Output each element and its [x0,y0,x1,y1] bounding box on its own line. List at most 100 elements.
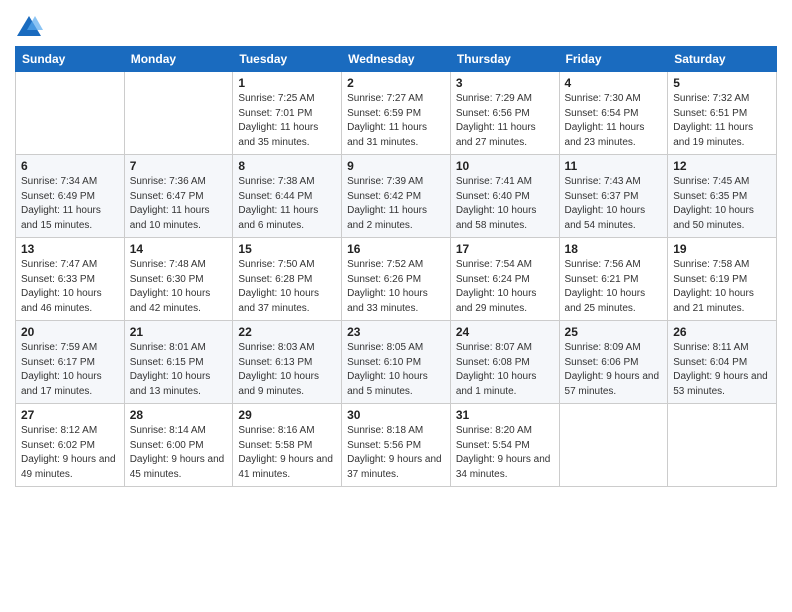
day-number: 9 [347,159,445,173]
day-number: 7 [130,159,228,173]
logo [15,14,47,42]
day-info: Sunrise: 7:34 AMSunset: 6:49 PMDaylight:… [21,175,119,233]
day-info: Sunrise: 7:52 AMSunset: 6:26 PMDaylight:… [347,258,445,316]
week-row-2: 13 Sunrise: 7:47 AMSunset: 6:33 PMDayligh… [16,238,777,321]
day-info: Sunrise: 7:30 AMSunset: 6:54 PMDaylight:… [565,92,663,150]
day-info: Sunrise: 7:36 AMSunset: 6:47 PMDaylight:… [130,175,228,233]
calendar-table: SundayMondayTuesdayWednesdayThursdayFrid… [15,46,777,487]
calendar-cell: 29Sunrise: 8:16 AMSunset: 5:58 PMDayligh… [233,404,342,487]
day-info: Sunrise: 8:12 AMSunset: 6:02 PMDaylight:… [21,424,119,482]
day-number: 18 [565,242,663,256]
day-info: Sunrise: 7:39 AMSunset: 6:42 PMDaylight:… [347,175,445,233]
day-info: Sunrise: 8:07 AMSunset: 6:08 PMDaylight:… [456,341,554,399]
calendar-header-row: SundayMondayTuesdayWednesdayThursdayFrid… [16,47,777,72]
day-info: Sunrise: 8:14 AMSunset: 6:00 PMDaylight:… [130,424,228,482]
day-number: 20 [21,325,119,339]
day-info: Sunrise: 8:18 AMSunset: 5:56 PMDaylight:… [347,424,445,482]
day-info: Sunrise: 7:45 AMSunset: 6:35 PMDaylight:… [673,175,771,233]
day-info: Sunrise: 7:47 AMSunset: 6:33 PMDaylight:… [21,258,119,316]
day-number: 28 [130,408,228,422]
calendar-cell: 13 Sunrise: 7:47 AMSunset: 6:33 PMDayligh… [16,238,125,321]
calendar-cell: 26 Sunrise: 8:11 AMSunset: 6:04 PMDayligh… [668,321,777,404]
day-info: Sunrise: 8:09 AMSunset: 6:06 PMDaylight:… [565,341,663,399]
calendar-cell: 22Sunrise: 8:03 AMSunset: 6:13 PMDayligh… [233,321,342,404]
day-number: 13 [21,242,119,256]
day-number: 5 [673,76,771,90]
day-info: Sunrise: 7:56 AMSunset: 6:21 PMDaylight:… [565,258,663,316]
week-row-1: 6Sunrise: 7:34 AMSunset: 6:49 PMDaylight… [16,155,777,238]
day-info: Sunrise: 7:48 AMSunset: 6:30 PMDaylight:… [130,258,228,316]
calendar-cell [16,72,125,155]
calendar-cell: 11 Sunrise: 7:43 AMSunset: 6:37 PMDayligh… [559,155,668,238]
page: SundayMondayTuesdayWednesdayThursdayFrid… [0,0,792,612]
calendar-body: 1Sunrise: 7:25 AMSunset: 7:01 PMDaylight… [16,72,777,487]
calendar-cell: 28 Sunrise: 8:14 AMSunset: 6:00 PMDayligh… [124,404,233,487]
day-info: Sunrise: 7:32 AMSunset: 6:51 PMDaylight:… [673,92,771,150]
calendar-cell: 5 Sunrise: 7:32 AMSunset: 6:51 PMDaylight… [668,72,777,155]
day-info: Sunrise: 8:11 AMSunset: 6:04 PMDaylight:… [673,341,771,399]
week-row-4: 27 Sunrise: 8:12 AMSunset: 6:02 PMDayligh… [16,404,777,487]
calendar-cell: 31 Sunrise: 8:20 AMSunset: 5:54 PMDayligh… [450,404,559,487]
col-header-friday: Friday [559,47,668,72]
col-header-thursday: Thursday [450,47,559,72]
calendar-header: SundayMondayTuesdayWednesdayThursdayFrid… [16,47,777,72]
calendar-cell: 16 Sunrise: 7:52 AMSunset: 6:26 PMDayligh… [342,238,451,321]
day-number: 19 [673,242,771,256]
calendar-cell: 12 Sunrise: 7:45 AMSunset: 6:35 PMDayligh… [668,155,777,238]
day-number: 30 [347,408,445,422]
col-header-saturday: Saturday [668,47,777,72]
calendar-cell [124,72,233,155]
day-number: 10 [456,159,554,173]
day-number: 31 [456,408,554,422]
calendar-cell: 27 Sunrise: 8:12 AMSunset: 6:02 PMDayligh… [16,404,125,487]
calendar-cell: 6Sunrise: 7:34 AMSunset: 6:49 PMDaylight… [16,155,125,238]
day-info: Sunrise: 7:43 AMSunset: 6:37 PMDaylight:… [565,175,663,233]
col-header-tuesday: Tuesday [233,47,342,72]
week-row-0: 1Sunrise: 7:25 AMSunset: 7:01 PMDaylight… [16,72,777,155]
day-number: 27 [21,408,119,422]
day-number: 16 [347,242,445,256]
day-number: 24 [456,325,554,339]
calendar-cell: 4 Sunrise: 7:30 AMSunset: 6:54 PMDaylight… [559,72,668,155]
day-number: 15 [238,242,336,256]
logo-icon [15,14,43,42]
calendar-cell: 7 Sunrise: 7:36 AMSunset: 6:47 PMDaylight… [124,155,233,238]
day-info: Sunrise: 8:01 AMSunset: 6:15 PMDaylight:… [130,341,228,399]
day-number: 23 [347,325,445,339]
calendar-cell: 1Sunrise: 7:25 AMSunset: 7:01 PMDaylight… [233,72,342,155]
calendar-cell: 21 Sunrise: 8:01 AMSunset: 6:15 PMDayligh… [124,321,233,404]
calendar-cell [668,404,777,487]
day-number: 2 [347,76,445,90]
day-number: 11 [565,159,663,173]
calendar-cell: 30 Sunrise: 8:18 AMSunset: 5:56 PMDayligh… [342,404,451,487]
day-info: Sunrise: 7:50 AMSunset: 6:28 PMDaylight:… [238,258,336,316]
day-number: 4 [565,76,663,90]
calendar-cell: 20 Sunrise: 7:59 AMSunset: 6:17 PMDayligh… [16,321,125,404]
calendar-cell: 10Sunrise: 7:41 AMSunset: 6:40 PMDayligh… [450,155,559,238]
day-info: Sunrise: 7:29 AMSunset: 6:56 PMDaylight:… [456,92,554,150]
day-info: Sunrise: 7:27 AMSunset: 6:59 PMDaylight:… [347,92,445,150]
header [15,10,777,42]
day-number: 25 [565,325,663,339]
day-number: 21 [130,325,228,339]
calendar-cell [559,404,668,487]
day-info: Sunrise: 7:59 AMSunset: 6:17 PMDaylight:… [21,341,119,399]
col-header-monday: Monday [124,47,233,72]
day-info: Sunrise: 7:25 AMSunset: 7:01 PMDaylight:… [238,92,336,150]
col-header-wednesday: Wednesday [342,47,451,72]
calendar-cell: 3 Sunrise: 7:29 AMSunset: 6:56 PMDaylight… [450,72,559,155]
day-info: Sunrise: 8:05 AMSunset: 6:10 PMDaylight:… [347,341,445,399]
day-number: 14 [130,242,228,256]
calendar-cell: 25 Sunrise: 8:09 AMSunset: 6:06 PMDayligh… [559,321,668,404]
col-header-sunday: Sunday [16,47,125,72]
day-info: Sunrise: 8:20 AMSunset: 5:54 PMDaylight:… [456,424,554,482]
day-number: 26 [673,325,771,339]
calendar-cell: 18 Sunrise: 7:56 AMSunset: 6:21 PMDayligh… [559,238,668,321]
calendar-cell: 9 Sunrise: 7:39 AMSunset: 6:42 PMDaylight… [342,155,451,238]
calendar-cell: 23 Sunrise: 8:05 AMSunset: 6:10 PMDayligh… [342,321,451,404]
day-number: 12 [673,159,771,173]
calendar-cell: 17Sunrise: 7:54 AMSunset: 6:24 PMDayligh… [450,238,559,321]
day-number: 3 [456,76,554,90]
day-number: 17 [456,242,554,256]
calendar-cell: 24 Sunrise: 8:07 AMSunset: 6:08 PMDayligh… [450,321,559,404]
